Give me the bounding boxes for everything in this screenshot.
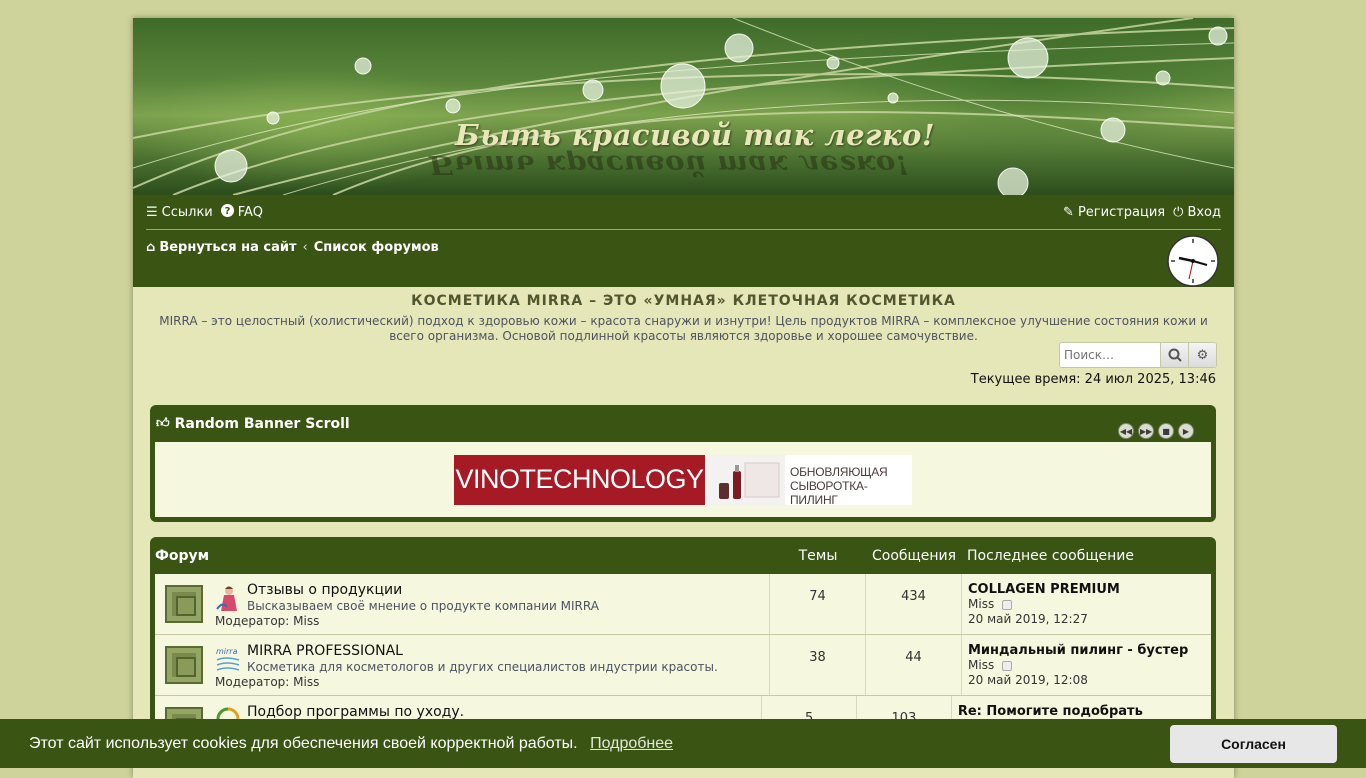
moderator-link[interactable]: Miss [293, 614, 319, 628]
site-description: КОСМЕТИКА MIRRA – ЭТО «УМНАЯ» КЛЕТОЧНАЯ … [133, 287, 1234, 344]
cookie-learn-more-link[interactable]: Подробнее [590, 735, 673, 752]
site-title: КОСМЕТИКА MIRRA – ЭТО «УМНАЯ» КЛЕТОЧНАЯ … [411, 293, 956, 309]
random-banner-title: Random Banner Scroll [174, 415, 350, 432]
cookie-text: Этот сайт использует cookies для обеспеч… [29, 734, 578, 752]
navbar: ☰ Ссылки ? FAQ ✎ Регистрация ⏻ Вход ⌂ Ве… [133, 195, 1234, 287]
col-posts: Сообщения [871, 547, 956, 564]
cookie-consent-bar: Этот сайт использует cookies для обеспеч… [0, 719, 1366, 768]
home-icon: ⌂ [146, 239, 156, 255]
gear-icon: ⚙ [1196, 347, 1209, 363]
question-circle-icon: ? [220, 203, 234, 221]
faq-link[interactable]: ? FAQ [220, 203, 263, 221]
view-latest-post-icon[interactable] [1002, 599, 1013, 610]
hamburger-icon: ☰ [146, 204, 158, 220]
rewind-icon[interactable]: ◀◀ [1118, 423, 1134, 439]
topics-count: 38 [770, 635, 866, 695]
clock-widget [1167, 235, 1219, 287]
cookie-message: Этот сайт использует cookies для обеспеч… [29, 735, 673, 753]
page-wrapper: Быть красивой так легко! Быть красивой т… [133, 18, 1234, 778]
search-input[interactable] [1060, 343, 1160, 367]
banner-title: Быть красивой так легко! [455, 118, 936, 152]
breadcrumb-forums-link[interactable]: Список форумов [314, 240, 439, 255]
posts-count: 44 [866, 635, 962, 695]
last-post-date: 20 май 2019, 12:08 [968, 673, 1088, 687]
last-post-author-link[interactable]: Miss [968, 658, 994, 672]
col-last-post: Последнее сообщение [967, 547, 1134, 564]
moderator-label: Модератор: [215, 675, 290, 689]
header-banner[interactable]: Быть красивой так легко! Быть красивой т… [133, 18, 1234, 195]
thumbs-up-icon: 👍︎ [156, 416, 170, 431]
ad-text: ОБНОВЛЯЮЩАЯ СЫВОРОТКА-ПИЛИНГ [785, 455, 912, 507]
moderator-link[interactable]: Miss [293, 675, 319, 689]
ad-banner[interactable]: VINOTECHNOLOGY ОБНОВЛЯЮЩАЯ СЫВОРОТКА-ПИЛ… [454, 454, 912, 507]
banner-title-reflection: Быть красивой так легко! [429, 149, 910, 181]
ad-product-image [705, 454, 785, 505]
svg-text:mirra: mirra [216, 647, 238, 656]
breadcrumb-separator: ‹ [302, 239, 308, 255]
forum-title-link[interactable]: Отзывы о продукции [247, 582, 402, 598]
breadcrumb-home-label: Вернуться на сайт [159, 239, 297, 255]
posts-count: 434 [866, 574, 962, 634]
forum-description: Высказываем своё мнение о продукте компа… [247, 599, 599, 613]
last-post: COLLAGEN PREMIUM Miss 20 май 2019, 12:27 [962, 574, 1120, 634]
faq-label: FAQ [237, 204, 263, 220]
last-post-title-link[interactable]: COLLAGEN PREMIUM [968, 582, 1120, 597]
forum-row: mirra MIRRA PROFESSIONAL Косметика для к… [155, 635, 1211, 696]
login-label: Вход [1187, 204, 1221, 220]
mirra-logo-icon: mirra [216, 647, 240, 671]
forum-read-icon [165, 585, 203, 623]
moderator-label: Модератор: [215, 614, 290, 628]
play-icon[interactable]: ▶ [1178, 423, 1194, 439]
forum-list-header: Форум Темы Сообщения Последнее сообщение [155, 537, 1211, 574]
fast-forward-icon[interactable]: ▶▶ [1138, 423, 1154, 439]
cookie-accept-button[interactable]: Согласен [1170, 724, 1337, 763]
breadcrumb: ⌂ Вернуться на сайт ‹ Список форумов [146, 230, 1221, 264]
forum-moderator: Модератор: Miss [215, 614, 319, 628]
forum-read-icon [165, 646, 203, 684]
col-forum: Форум [155, 547, 210, 564]
forum-title-link[interactable]: Подбор программы по уходу. [247, 704, 464, 720]
banner-controls: ◀◀ ▶▶ ■ ▶ [1118, 423, 1194, 439]
col-topics: Темы [798, 547, 838, 564]
quick-links-label: Ссылки [161, 204, 213, 220]
search-icon [1168, 348, 1182, 362]
stop-icon[interactable]: ■ [1158, 423, 1174, 439]
search-box: ⚙ [1059, 342, 1217, 368]
ad-line-2: СЫВОРОТКА-ПИЛИНГ [790, 478, 868, 507]
random-banner-header: 👍︎ Random Banner Scroll [155, 405, 1211, 442]
last-post: Миндальный пилинг - бустер Miss 20 май 2… [962, 635, 1188, 695]
advanced-search-button[interactable]: ⚙ [1188, 343, 1216, 367]
register-link[interactable]: ✎ Регистрация [1063, 205, 1165, 220]
login-link[interactable]: ⏻ Вход [1173, 205, 1221, 220]
last-post-date: 20 май 2019, 12:27 [968, 612, 1088, 626]
nav-top-row: ☰ Ссылки ? FAQ ✎ Регистрация ⏻ Вход [146, 195, 1221, 230]
site-description-text: MIRRA – это целостный (холистический) по… [159, 314, 1208, 343]
last-post-title-link[interactable]: Миндальный пилинг - бустер [968, 643, 1188, 658]
edit-icon: ✎ [1063, 204, 1074, 220]
forum-title-link[interactable]: MIRRA PROFESSIONAL [247, 643, 403, 659]
forum-row: Отзывы о продукции Высказываем своё мнен… [155, 574, 1211, 635]
ad-line-1: ОБНОВЛЯЮЩАЯ [790, 464, 888, 479]
woman-figure-icon [216, 586, 237, 611]
current-time: Текущее время: 24 июл 2025, 13:46 [970, 372, 1216, 387]
forum-moderator: Модератор: Miss [215, 675, 319, 689]
random-banner-panel: 👍︎ Random Banner Scroll ◀◀ ▶▶ ■ ▶ VINOTE… [150, 405, 1216, 522]
view-latest-post-icon[interactable] [1002, 660, 1013, 671]
register-label: Регистрация [1077, 204, 1166, 220]
search-button[interactable] [1160, 343, 1188, 367]
topics-count: 74 [770, 574, 866, 634]
forum-description: Косметика для косметологов и других спец… [247, 660, 718, 674]
breadcrumb-home-link[interactable]: ⌂ Вернуться на сайт [146, 240, 297, 255]
ad-brand: VINOTECHNOLOGY [454, 454, 705, 505]
power-icon: ⏻ [1173, 204, 1184, 220]
svg-text:?: ? [224, 206, 230, 217]
random-banner-body: VINOTECHNOLOGY ОБНОВЛЯЮЩАЯ СЫВОРОТКА-ПИЛ… [155, 442, 1211, 517]
quick-links-menu[interactable]: ☰ Ссылки [146, 205, 213, 220]
last-post-author-link[interactable]: Miss [968, 597, 994, 611]
